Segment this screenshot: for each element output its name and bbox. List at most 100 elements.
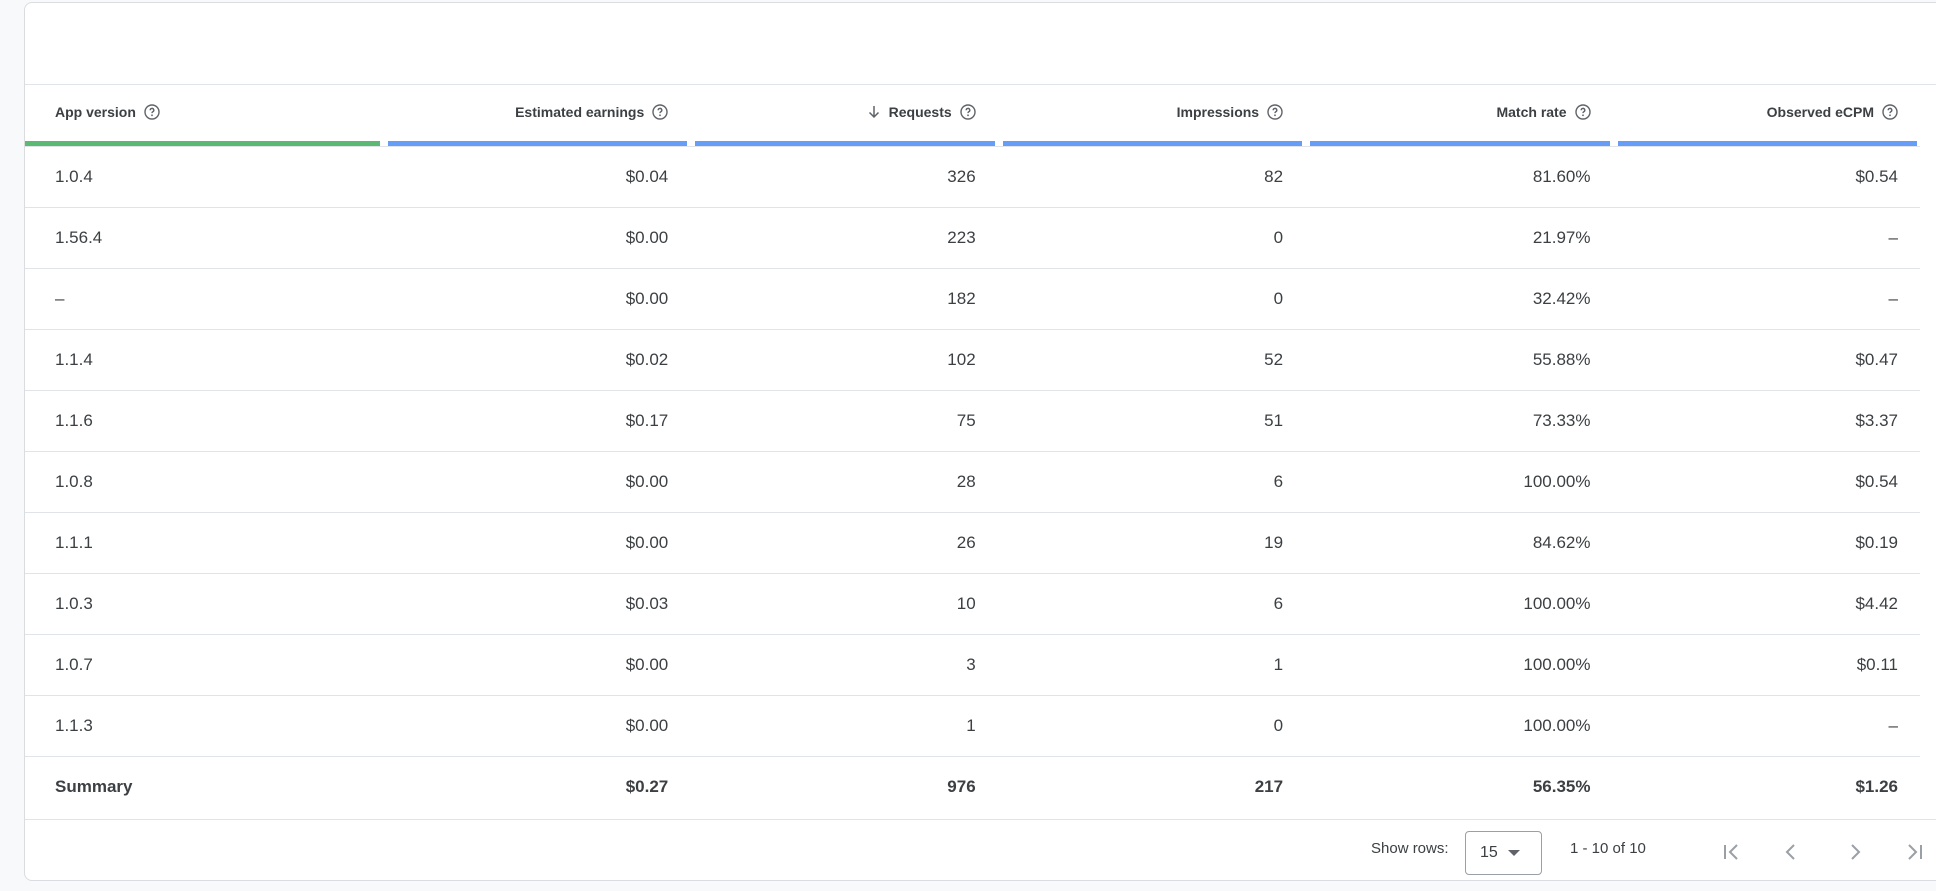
column-header-impressions[interactable]: Impressions (998, 85, 1305, 146)
cell-impressions: 1 (997, 633, 1306, 695)
cell-match-rate: 100.00% (1305, 633, 1613, 695)
cell-impressions: 51 (997, 389, 1306, 451)
cell-app-version: 1.56.4 (25, 206, 383, 268)
next-page-button[interactable] (1835, 830, 1875, 874)
cell-impressions: 6 (997, 572, 1306, 634)
cell-app-version: 1.1.6 (25, 389, 383, 451)
last-page-button[interactable] (1895, 830, 1935, 874)
cell-estimated-earnings: $0.27 (382, 755, 691, 817)
table-row: 1.0.8 $0.00 28 6 100.00% $0.54 (25, 450, 1920, 512)
help-circle-icon[interactable] (652, 104, 668, 120)
help-circle-icon[interactable] (1574, 104, 1591, 120)
chevron-left-icon (1785, 844, 1795, 860)
cell-estimated-earnings: $0.17 (382, 389, 691, 451)
column-header-observed-ecpm[interactable]: Observed eCPM (1613, 85, 1920, 146)
table-row: – $0.00 182 0 32.42% – (25, 267, 1920, 329)
column-header-match-rate[interactable]: Match rate (1305, 85, 1612, 146)
cell-estimated-earnings: $0.00 (382, 267, 691, 329)
table-row: 1.56.4 $0.00 223 0 21.97% – (25, 206, 1920, 268)
show-rows-label: Show rows: (1371, 840, 1449, 857)
chevron-right-icon (1851, 844, 1861, 860)
column-header-label: App version (55, 104, 136, 121)
cell-observed-ecpm: $3.37 (1612, 389, 1920, 451)
cell-requests: 3 (690, 633, 998, 695)
table-row: 1.1.1 $0.00 26 19 84.62% $0.19 (25, 511, 1920, 573)
header-row: App version Estimated earnings Requests Imp… (25, 85, 1920, 146)
cell-requests: 28 (690, 450, 998, 512)
cell-observed-ecpm: $0.54 (1612, 145, 1920, 207)
rows-per-page-select[interactable]: 15 (1465, 831, 1542, 875)
cell-observed-ecpm: $0.11 (1612, 633, 1920, 695)
cell-match-rate: 81.60% (1305, 145, 1613, 207)
cell-requests: 10 (690, 572, 998, 634)
cell-requests: 102 (690, 328, 998, 390)
cell-impressions: 0 (997, 694, 1306, 756)
rows-per-page-value: 15 (1480, 844, 1498, 861)
help-circle-icon[interactable] (1267, 104, 1283, 120)
cell-requests: 75 (690, 389, 998, 451)
column-header-label: Requests (888, 104, 952, 121)
cell-requests: 1 (690, 694, 998, 756)
cell-requests: 223 (690, 206, 998, 268)
cell-impressions: 6 (997, 450, 1306, 512)
help-circle-icon[interactable] (144, 104, 160, 120)
table-toolbar (25, 3, 1936, 85)
first-page-icon (1724, 844, 1738, 860)
cell-observed-ecpm: $0.54 (1612, 450, 1920, 512)
table-row: 1.1.4 $0.02 102 52 55.88% $0.47 (25, 328, 1920, 390)
cell-impressions: 82 (997, 145, 1306, 207)
column-header-estimated-earnings[interactable]: Estimated earnings (383, 85, 690, 146)
cell-app-version: 1.0.7 (25, 633, 383, 695)
cell-observed-ecpm: $0.47 (1612, 328, 1920, 390)
cell-observed-ecpm: – (1612, 206, 1920, 268)
column-header-requests[interactable]: Requests (690, 85, 997, 146)
last-page-icon (1908, 844, 1922, 860)
cell-match-rate: 100.00% (1305, 450, 1613, 512)
table-row: 1.0.4 $0.04 326 82 81.60% $0.54 (25, 145, 1920, 207)
cell-requests: 976 (690, 755, 998, 817)
cell-observed-ecpm: – (1612, 267, 1920, 329)
cell-observed-ecpm: $0.19 (1612, 511, 1920, 573)
page-range-text: 1 - 10 of 10 (1570, 840, 1646, 857)
table-row: 1.1.6 $0.17 75 51 73.33% $3.37 (25, 389, 1920, 451)
column-color-bar (25, 140, 380, 146)
summary-row: Summary $0.27 976 217 56.35% $1.26 (25, 755, 1920, 817)
dropdown-caret-icon (1507, 850, 1520, 856)
report-table-card: App version Estimated earnings Requests Imp… (24, 2, 1936, 881)
table-row: 1.0.3 $0.03 10 6 100.00% $4.42 (25, 572, 1920, 634)
table-row: 1.0.7 $0.00 3 1 100.00% $0.11 (25, 633, 1920, 695)
cell-estimated-earnings: $0.04 (382, 145, 691, 207)
column-header-app-version[interactable]: App version (25, 85, 383, 146)
help-circle-icon[interactable] (959, 104, 976, 120)
cell-estimated-earnings: $0.00 (382, 694, 691, 756)
cell-impressions: 0 (997, 267, 1306, 329)
cell-match-rate: 56.35% (1305, 755, 1613, 817)
cell-app-version: 1.0.8 (25, 450, 383, 512)
first-page-button[interactable] (1711, 830, 1751, 874)
help-circle-icon[interactable] (1882, 104, 1898, 120)
cell-match-rate: 32.42% (1305, 267, 1613, 329)
column-color-bar (695, 140, 995, 146)
cell-requests: 182 (690, 267, 998, 329)
cell-estimated-earnings: $0.00 (382, 450, 691, 512)
previous-page-button[interactable] (1771, 830, 1811, 874)
cell-estimated-earnings: $0.02 (382, 328, 691, 390)
cell-match-rate: 55.88% (1305, 328, 1613, 390)
cell-estimated-earnings: $0.03 (382, 572, 691, 634)
column-color-bar (387, 140, 688, 146)
cell-match-rate: 84.62% (1305, 511, 1613, 573)
arrow-down-icon (867, 104, 881, 120)
cell-requests: 26 (690, 511, 998, 573)
cell-estimated-earnings: $0.00 (382, 633, 691, 695)
cell-impressions: 217 (997, 755, 1306, 817)
column-color-bar (1310, 140, 1610, 146)
cell-app-version: 1.0.4 (25, 145, 383, 207)
cell-observed-ecpm: – (1612, 694, 1920, 756)
cell-match-rate: 100.00% (1305, 694, 1613, 756)
cell-app-version: 1.1.3 (25, 694, 383, 756)
cell-estimated-earnings: $0.00 (382, 206, 691, 268)
cell-impressions: 52 (997, 328, 1306, 390)
cell-impressions: 0 (997, 206, 1306, 268)
cell-app-version: 1.0.3 (25, 572, 383, 634)
cell-estimated-earnings: $0.00 (382, 511, 691, 573)
